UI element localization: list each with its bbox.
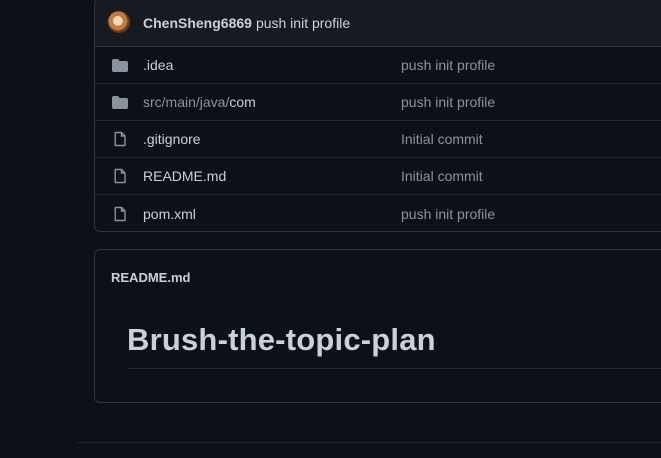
folder-icon [111,56,129,74]
heading-divider [127,368,661,369]
file-row[interactable]: README.md Initial commit [95,158,661,195]
readme-heading: Brush-the-topic-plan [127,322,436,357]
file-name-link[interactable]: .gitignore [143,131,201,147]
file-commit-message-link[interactable]: Initial commit [401,131,483,147]
file-row[interactable]: src/main/java/com push init profile [95,84,661,121]
file-icon [111,130,129,148]
repository-page: ChenSheng6869 push init profile .idea pu… [0,0,661,458]
readme-filename-link[interactable]: README.md [111,270,190,285]
file-icon [111,167,129,185]
folder-icon [111,93,129,111]
file-row[interactable]: pom.xml push init profile [95,195,661,231]
file-commit-message-link[interactable]: push init profile [401,206,495,222]
commit-message-link[interactable]: push init profile [256,15,350,31]
commit-author-link[interactable]: ChenSheng6869 [143,15,252,31]
latest-commit-header: ChenSheng6869 push init profile [95,0,661,47]
file-commit-message-link[interactable]: Initial commit [401,168,483,184]
footer-divider [77,442,661,443]
file-row[interactable]: .gitignore Initial commit [95,121,661,158]
file-name-link[interactable]: .idea [143,57,173,73]
readme-panel: README.md Brush-the-topic-plan [94,249,661,403]
avatar[interactable] [108,10,130,33]
file-icon [111,205,129,223]
file-commit-message-link[interactable]: push init profile [401,57,495,73]
file-name-link[interactable]: src/main/java/com [143,94,256,110]
file-name-link[interactable]: README.md [143,168,226,184]
file-browser: ChenSheng6869 push init profile .idea pu… [94,0,661,232]
file-row[interactable]: .idea push init profile [95,47,661,84]
file-name-link[interactable]: pom.xml [143,206,196,222]
file-commit-message-link[interactable]: push init profile [401,94,495,110]
